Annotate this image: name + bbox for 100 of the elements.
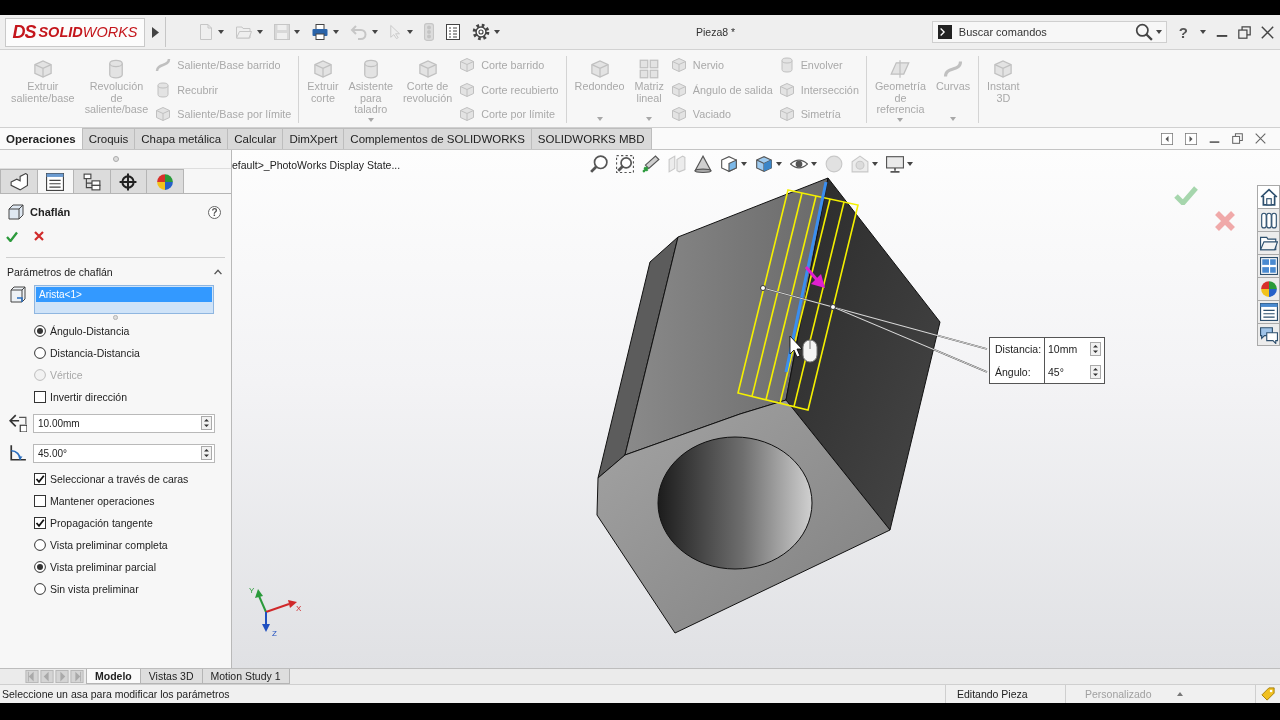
option-label: Ángulo-Distancia xyxy=(50,325,130,337)
chevron-up-icon[interactable] xyxy=(213,269,223,275)
tile-right-icon[interactable] xyxy=(1185,132,1197,145)
books-icon[interactable] xyxy=(1259,211,1278,229)
section-title: Parámetros de chaflán xyxy=(7,266,113,278)
option-label: Invertir dirección xyxy=(50,391,128,403)
radio-button[interactable] xyxy=(34,347,46,359)
sphere-icon xyxy=(155,172,174,191)
search-icon[interactable] xyxy=(1134,23,1153,41)
grip-dot-icon[interactable] xyxy=(113,314,118,320)
list-icon[interactable] xyxy=(1259,303,1278,321)
spinner-icon[interactable] xyxy=(1090,364,1101,379)
axis-label: Y xyxy=(249,586,255,595)
units-label[interactable]: Personalizado xyxy=(1085,688,1177,700)
restore-icon[interactable] xyxy=(1238,25,1251,39)
status-mode: Editando Pieza xyxy=(957,688,1028,700)
caret-icon[interactable] xyxy=(1177,692,1183,696)
document-title: Pieza8 * xyxy=(696,26,737,38)
command-tab[interactable]: DimXpert xyxy=(282,128,345,149)
option-label: Sin vista preliminar xyxy=(50,583,139,595)
list-icon xyxy=(46,172,65,191)
drag-handle-icon[interactable] xyxy=(804,266,825,288)
close-icon[interactable] xyxy=(1261,25,1274,39)
tree-icon xyxy=(82,172,101,191)
radio-button[interactable] xyxy=(34,561,46,573)
sheet-tab[interactable]: Motion Study 1 xyxy=(201,669,290,684)
spinner-icon[interactable] xyxy=(201,416,212,430)
chat-icon[interactable] xyxy=(1259,325,1278,344)
axis-label: Z xyxy=(272,629,277,638)
help-button[interactable]: ? xyxy=(1176,23,1190,41)
view-tool-button[interactable] xyxy=(753,153,784,175)
chamfer-icon xyxy=(8,204,24,220)
sheet-tab[interactable]: Modelo xyxy=(86,669,141,684)
radio-button[interactable] xyxy=(34,539,46,551)
command-tab[interactable]: Croquis xyxy=(81,128,136,149)
spinner-icon[interactable] xyxy=(201,446,212,460)
command-tab[interactable]: Chapa metálica xyxy=(134,128,229,149)
callout-label: Ángulo: xyxy=(990,360,1045,383)
option-label: Distancia-Distancia xyxy=(50,347,140,359)
callout-label: Distancia: xyxy=(990,338,1045,361)
restore-icon[interactable] xyxy=(1232,133,1243,144)
option-label: Mantener operaciones xyxy=(50,495,155,507)
mouse-cursor-icon xyxy=(789,335,818,363)
folder-icon[interactable] xyxy=(1259,234,1278,252)
home-icon[interactable] xyxy=(1259,188,1278,206)
crosshair-icon xyxy=(119,172,138,191)
selection-list[interactable]: Arista<1> xyxy=(34,285,214,314)
value-field[interactable]: 45° xyxy=(1045,360,1104,383)
sheet-tab[interactable]: Vistas 3D xyxy=(139,669,203,684)
tag-icon[interactable] xyxy=(1261,687,1275,701)
number-field[interactable]: 45.00° xyxy=(33,443,215,463)
logo-wordmark: SOLIDWORKS xyxy=(38,24,138,40)
command-tab[interactable]: SOLIDWORKS MBD xyxy=(530,128,652,149)
spinner-icon[interactable] xyxy=(1090,342,1101,357)
checkbox[interactable] xyxy=(34,391,46,403)
number-field[interactable]: 10.00mm xyxy=(33,413,215,433)
close-icon[interactable] xyxy=(34,231,44,241)
command-tab[interactable]: Calcular xyxy=(227,128,284,149)
axis-triad-drawing xyxy=(255,589,297,632)
distance-icon xyxy=(9,414,27,432)
option-label: Vértice xyxy=(50,369,83,381)
caret-icon xyxy=(1200,30,1206,34)
option-label: Seleccionar a través de caras xyxy=(50,473,189,485)
command-tab[interactable]: Complementos de SOLIDWORKS xyxy=(343,128,532,149)
triangle-icon[interactable] xyxy=(151,26,159,38)
radio-button[interactable] xyxy=(34,583,46,595)
tile-left-icon[interactable] xyxy=(1161,132,1173,145)
grip-dot-icon[interactable] xyxy=(112,156,119,162)
panel-title: Chaflán xyxy=(30,206,71,218)
sphere-icon[interactable] xyxy=(1259,280,1278,298)
grid-icon[interactable] xyxy=(1259,257,1278,275)
check-icon[interactable] xyxy=(6,230,18,242)
status-message: Seleccione un asa para modificar los parámetros xyxy=(1,688,231,700)
axis-label: X xyxy=(296,604,302,613)
breadcrumb[interactable]: efault>_PhotoWorks Display State... xyxy=(232,157,588,171)
close-icon[interactable] xyxy=(1255,133,1266,144)
view-tool-button[interactable] xyxy=(884,153,915,175)
view-tool-button[interactable] xyxy=(718,153,749,175)
checkbox[interactable] xyxy=(34,473,46,485)
list-item[interactable]: Arista<1> xyxy=(36,287,212,302)
panel-tab[interactable] xyxy=(73,169,111,193)
value-field[interactable]: 10mm xyxy=(1045,338,1104,361)
toolbar-button[interactable] xyxy=(470,21,502,43)
panel-tab[interactable] xyxy=(36,169,74,193)
check-icon[interactable] xyxy=(1174,185,1198,205)
panel-tab[interactable] xyxy=(109,169,147,193)
option-label: Vista preliminar completa xyxy=(50,539,168,551)
radio-button[interactable] xyxy=(34,325,46,337)
part-icon xyxy=(9,172,28,191)
logo-mark: DS xyxy=(12,21,36,43)
option-label: Vista preliminar parcial xyxy=(50,561,156,573)
checkbox[interactable] xyxy=(34,517,46,529)
panel-tab[interactable] xyxy=(0,169,38,193)
caret-icon xyxy=(1155,30,1162,34)
help-button[interactable]: ? xyxy=(208,205,221,219)
option-label: Propagación tangente xyxy=(50,517,153,529)
edge-icon xyxy=(10,285,26,303)
selected-edge[interactable] xyxy=(784,181,828,373)
checkbox[interactable] xyxy=(34,495,46,507)
search-field[interactable]: Buscar comandos xyxy=(931,21,1167,43)
